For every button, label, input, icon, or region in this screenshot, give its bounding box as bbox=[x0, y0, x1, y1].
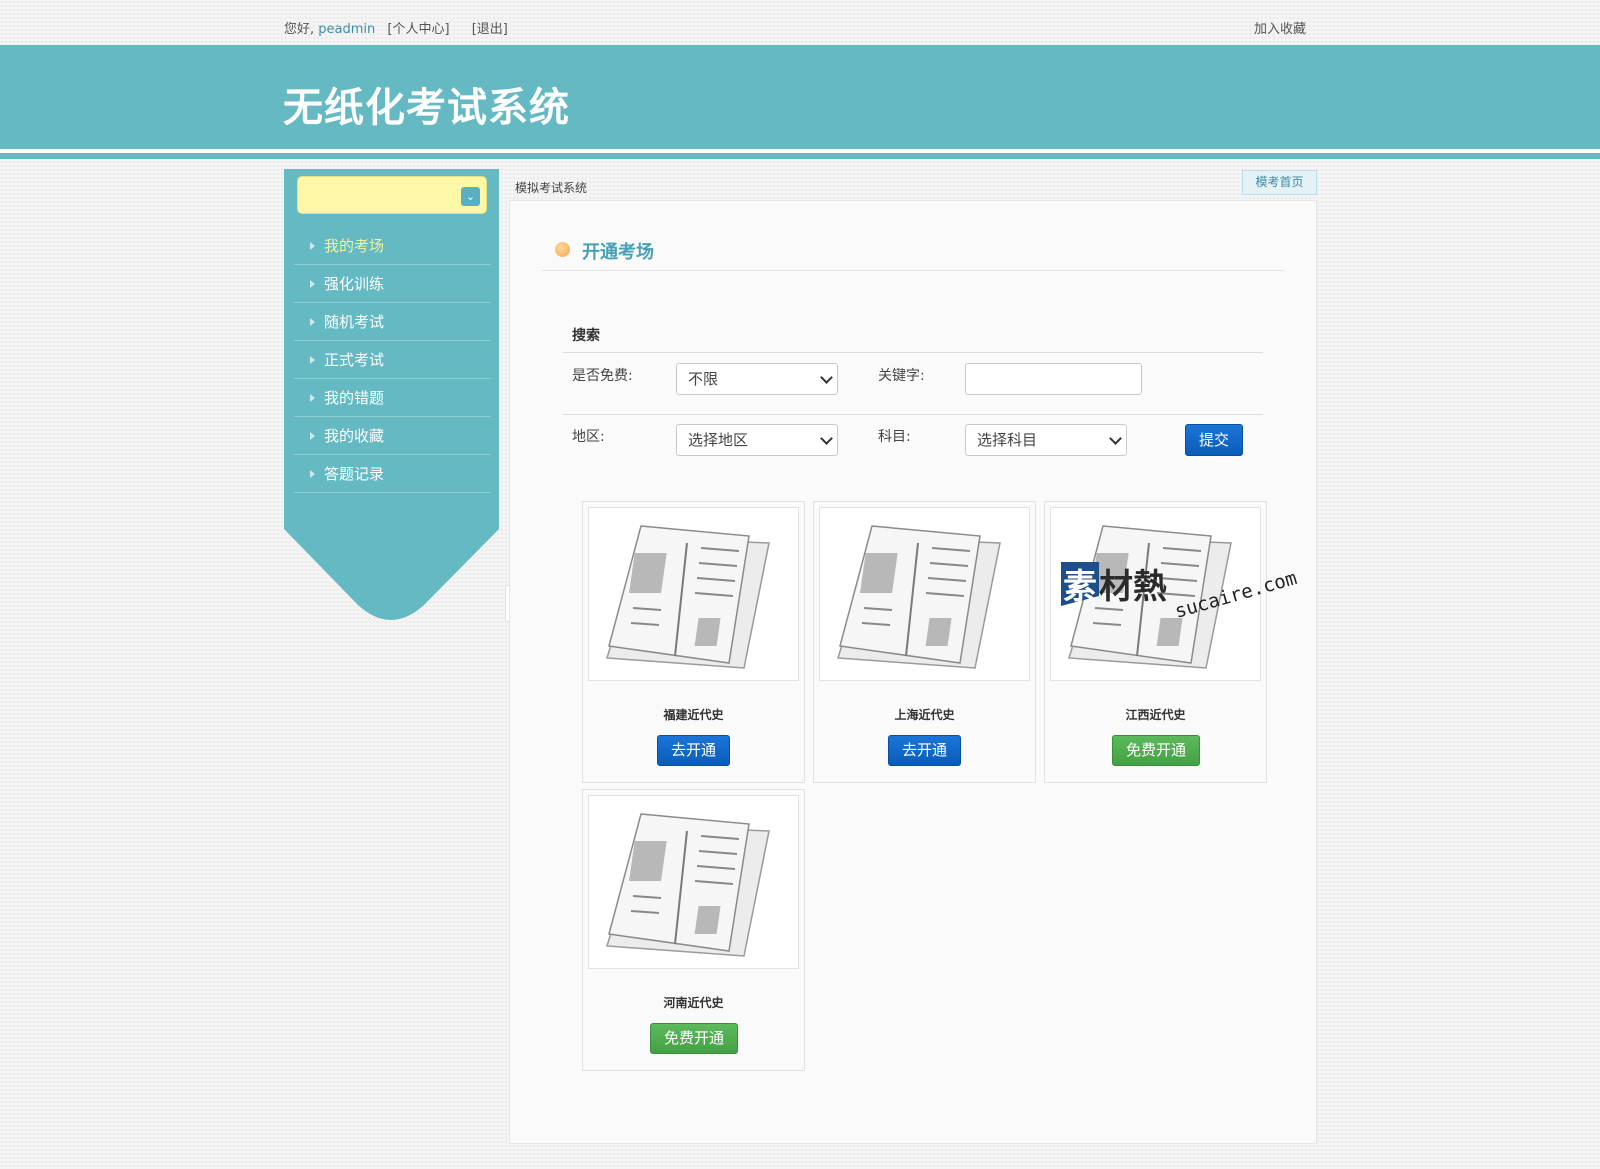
exam-thumbnail bbox=[819, 507, 1030, 681]
exam-name: 江西近代史 bbox=[1125, 708, 1186, 722]
sidebar-item-label: 我的考场 bbox=[324, 237, 385, 255]
triangle-right-icon bbox=[310, 356, 315, 364]
watermark-logo: 素 材熱 sucaire.com bbox=[1061, 562, 1299, 623]
sidebar: ⌄ 我的考场 强化训练 随机考试 正式考试 我的错题 我的收藏 答题记录 bbox=[284, 169, 499, 625]
chevron-down-icon bbox=[820, 371, 833, 384]
region-select-value: 选择地区 bbox=[688, 431, 749, 449]
user-greeting: 您好, peadmin [个人中心] [退出] bbox=[284, 18, 526, 37]
header-stripe bbox=[0, 153, 1600, 159]
sidebar-item-answer-records[interactable]: 答题记录 bbox=[294, 455, 491, 493]
greeting-text: 您好, bbox=[284, 22, 315, 37]
open-exam-button[interactable]: 去开通 bbox=[657, 735, 730, 766]
triangle-right-icon bbox=[310, 318, 315, 326]
exam-card: 江西近代史 免费开通 bbox=[1044, 501, 1267, 783]
free-select[interactable]: 不限 bbox=[676, 363, 838, 395]
breadcrumb: 模拟考试系统 bbox=[515, 181, 588, 195]
exam-name: 福建近代史 bbox=[663, 708, 724, 722]
exam-card: 河南近代史 免费开通 bbox=[582, 789, 805, 1071]
section-title: 开通考场 bbox=[555, 238, 654, 264]
logout-link[interactable]: [退出] bbox=[472, 22, 508, 37]
site-title: 无纸化考试系统 bbox=[283, 85, 570, 131]
free-label: 是否免费: bbox=[572, 368, 633, 384]
add-favorite-link[interactable]: 加入收藏 bbox=[1254, 18, 1306, 37]
top-bar: 您好, peadmin [个人中心] [退出] 加入收藏 bbox=[0, 0, 1600, 45]
sidebar-menu: 我的考场 强化训练 随机考试 正式考试 我的错题 我的收藏 答题记录 bbox=[294, 227, 491, 493]
search-divider bbox=[563, 352, 1263, 353]
sidebar-item-intensive-training[interactable]: 强化训练 bbox=[294, 265, 491, 303]
sidebar-item-label: 我的收藏 bbox=[324, 427, 385, 445]
newspaper-icon bbox=[837, 525, 1001, 669]
exam-name: 上海近代史 bbox=[894, 708, 955, 722]
tab-exam-home[interactable]: 模考首页 bbox=[1242, 170, 1317, 195]
chevron-down-icon bbox=[1109, 432, 1122, 445]
search-heading: 搜索 bbox=[572, 328, 600, 344]
sidebar-item-random-exam[interactable]: 随机考试 bbox=[294, 303, 491, 341]
sidebar-item-favorites[interactable]: 我的收藏 bbox=[294, 417, 491, 455]
sidebar-item-label: 强化训练 bbox=[324, 275, 385, 293]
subject-select-value: 选择科目 bbox=[977, 431, 1038, 449]
site-header: 无纸化考试系统 bbox=[0, 45, 1600, 149]
orange-dot-icon bbox=[555, 242, 570, 257]
username-link[interactable]: peadmin bbox=[318, 22, 375, 37]
newspaper-icon bbox=[606, 525, 770, 669]
watermark-cn-part2: 材熱 bbox=[1099, 567, 1167, 607]
exam-name: 河南近代史 bbox=[663, 996, 724, 1010]
sidebar-item-my-exam-room[interactable]: 我的考场 bbox=[294, 227, 491, 265]
section-title-text: 开通考场 bbox=[582, 242, 654, 263]
personal-center-link[interactable]: [个人中心] bbox=[387, 22, 449, 37]
free-select-value: 不限 bbox=[688, 370, 719, 388]
chevron-down-icon[interactable]: ⌄ bbox=[461, 187, 480, 206]
watermark-cn-part1: 素 bbox=[1063, 567, 1097, 607]
subject-label: 科目: bbox=[878, 429, 911, 445]
sidebar-item-label: 正式考试 bbox=[324, 351, 385, 369]
subject-select[interactable]: 选择科目 bbox=[965, 424, 1127, 456]
region-label: 地区: bbox=[572, 429, 605, 445]
sidebar-item-wrong-questions[interactable]: 我的错题 bbox=[294, 379, 491, 417]
sidebar-item-label: 答题记录 bbox=[324, 465, 385, 483]
exam-card: 福建近代史 去开通 bbox=[582, 501, 805, 783]
section-divider bbox=[542, 270, 1284, 271]
sidebar-item-label: 随机考试 bbox=[324, 313, 385, 331]
search-row-divider bbox=[563, 414, 1263, 415]
triangle-right-icon bbox=[310, 432, 315, 440]
keyword-label: 关键字: bbox=[878, 368, 925, 384]
sidebar-item-formal-exam[interactable]: 正式考试 bbox=[294, 341, 491, 379]
sidebar-select[interactable]: ⌄ bbox=[297, 176, 487, 214]
keyword-input[interactable] bbox=[965, 363, 1142, 395]
submit-button[interactable]: 提交 bbox=[1185, 424, 1243, 456]
free-open-button[interactable]: 免费开通 bbox=[650, 1023, 738, 1054]
exam-thumbnail bbox=[588, 795, 799, 969]
newspaper-icon bbox=[606, 813, 770, 957]
sidebar-item-label: 我的错题 bbox=[324, 389, 385, 407]
triangle-right-icon bbox=[310, 242, 315, 250]
watermark-en: sucaire.com bbox=[1172, 567, 1299, 623]
exam-thumbnail bbox=[588, 507, 799, 681]
open-exam-button[interactable]: 去开通 bbox=[888, 735, 961, 766]
triangle-right-icon bbox=[310, 470, 315, 478]
chevron-down-icon bbox=[820, 432, 833, 445]
exam-card: 上海近代史 去开通 bbox=[813, 501, 1036, 783]
triangle-right-icon bbox=[310, 280, 315, 288]
region-select[interactable]: 选择地区 bbox=[676, 424, 838, 456]
free-open-button[interactable]: 免费开通 bbox=[1112, 735, 1200, 766]
triangle-right-icon bbox=[310, 394, 315, 402]
